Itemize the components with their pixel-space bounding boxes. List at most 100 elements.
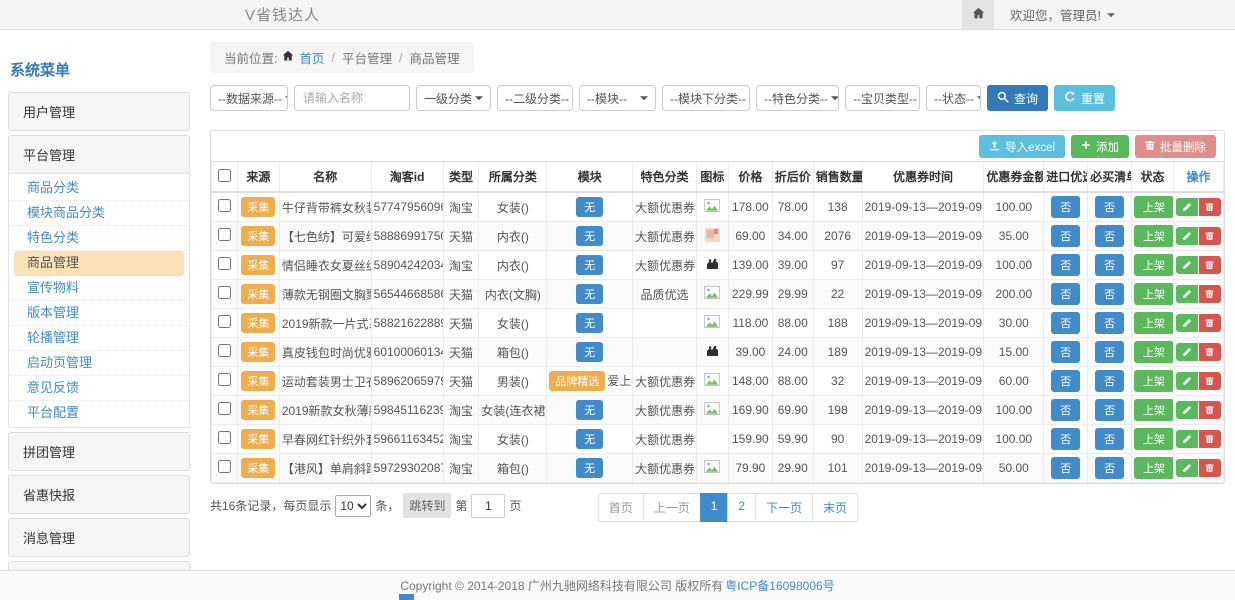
must-buy-toggle[interactable]: 否	[1095, 457, 1124, 479]
name-search-input[interactable]	[294, 85, 410, 111]
must-buy-toggle[interactable]: 否	[1095, 283, 1124, 305]
sidebar-subitem[interactable]: 特色分类	[9, 226, 189, 251]
sidebar-subitem[interactable]: 宣传物料	[9, 276, 189, 301]
status-button[interactable]: 上架	[1134, 341, 1173, 363]
per-page-select[interactable]: 10	[335, 495, 371, 517]
status-button[interactable]: 上架	[1134, 370, 1173, 392]
search-button[interactable]: 查询	[987, 85, 1048, 111]
must-buy-toggle[interactable]: 否	[1095, 428, 1124, 450]
module-select[interactable]: --模块--	[579, 85, 656, 111]
sidebar-item[interactable]: 消息管理	[8, 518, 190, 557]
must-buy-toggle[interactable]: 否	[1095, 254, 1124, 276]
delete-button[interactable]	[1199, 372, 1221, 390]
must-buy-toggle[interactable]: 否	[1095, 196, 1124, 218]
sidebar-subitem[interactable]: 商品管理	[14, 251, 184, 276]
import-pick-toggle[interactable]: 否	[1051, 225, 1080, 247]
jump-to-button[interactable]: 跳转到	[403, 493, 451, 518]
import-pick-toggle[interactable]: 否	[1051, 283, 1080, 305]
delete-button[interactable]	[1199, 459, 1221, 477]
must-buy-toggle[interactable]: 否	[1095, 225, 1124, 247]
select-all-checkbox[interactable]	[218, 169, 231, 182]
delete-button[interactable]	[1199, 430, 1221, 448]
delete-button[interactable]	[1199, 227, 1221, 245]
status-button[interactable]: 上架	[1134, 225, 1173, 247]
icp-link[interactable]: 粤ICP备16098006号	[725, 577, 834, 594]
row-checkbox[interactable]	[218, 373, 231, 386]
status-button[interactable]: 上架	[1134, 283, 1173, 305]
sidebar-item[interactable]: 省惠快报	[8, 475, 190, 514]
edit-button[interactable]	[1176, 430, 1198, 448]
feature-category-select[interactable]: --特色分类--	[756, 85, 839, 111]
row-checkbox[interactable]	[218, 402, 231, 415]
edit-button[interactable]	[1176, 459, 1198, 477]
user-menu[interactable]: 欢迎您，管理员!	[994, 0, 1235, 29]
level2-category-select[interactable]: --二级分类--	[497, 85, 573, 111]
sidebar-subitem[interactable]: 轮播管理	[9, 326, 189, 351]
must-buy-toggle[interactable]: 否	[1095, 399, 1124, 421]
must-buy-toggle[interactable]: 否	[1095, 370, 1124, 392]
sidebar-subitem[interactable]: 意见反馈	[9, 376, 189, 401]
batch-delete-button[interactable]: 批量删除	[1135, 135, 1216, 158]
status-button[interactable]: 上架	[1134, 457, 1173, 479]
import-pick-toggle[interactable]: 否	[1051, 370, 1080, 392]
import-pick-toggle[interactable]: 否	[1051, 428, 1080, 450]
status-button[interactable]: 上架	[1134, 428, 1173, 450]
status-select[interactable]: --状态--	[926, 85, 981, 111]
row-checkbox[interactable]	[218, 460, 231, 473]
pager-button[interactable]: 1	[700, 493, 729, 522]
row-checkbox[interactable]	[218, 315, 231, 328]
edit-button[interactable]	[1176, 256, 1198, 274]
edit-button[interactable]	[1176, 401, 1198, 419]
sidebar-subitem[interactable]: 商品分类	[9, 176, 189, 201]
row-checkbox[interactable]	[218, 344, 231, 357]
sidebar-subitem[interactable]: 版本管理	[9, 301, 189, 326]
delete-button[interactable]	[1199, 256, 1221, 274]
sidebar-subitem[interactable]: 模块商品分类	[9, 201, 189, 226]
pager-button[interactable]: 下一页	[755, 493, 813, 522]
delete-button[interactable]	[1199, 401, 1221, 419]
import-pick-toggle[interactable]: 否	[1051, 341, 1080, 363]
status-button[interactable]: 上架	[1134, 254, 1173, 276]
level1-category-select[interactable]: 一级分类	[416, 85, 491, 111]
edit-button[interactable]	[1176, 227, 1198, 245]
row-checkbox[interactable]	[218, 199, 231, 212]
import-pick-toggle[interactable]: 否	[1051, 457, 1080, 479]
status-button[interactable]: 上架	[1134, 312, 1173, 334]
must-buy-toggle[interactable]: 否	[1095, 341, 1124, 363]
pager-button[interactable]: 末页	[812, 493, 858, 522]
delete-button[interactable]	[1199, 198, 1221, 216]
data-source-select[interactable]: --数据来源--	[210, 85, 288, 111]
sidebar-subitem[interactable]: 启动页管理	[9, 351, 189, 376]
delete-button[interactable]	[1199, 314, 1221, 332]
breadcrumb-home-link[interactable]: 首页	[299, 48, 324, 67]
status-button[interactable]: 上架	[1134, 196, 1173, 218]
add-button[interactable]: 添加	[1071, 135, 1129, 158]
module-sub-category-select[interactable]: --模块下分类--	[662, 85, 750, 111]
import-pick-toggle[interactable]: 否	[1051, 196, 1080, 218]
edit-button[interactable]	[1176, 372, 1198, 390]
edit-button[interactable]	[1176, 198, 1198, 216]
row-checkbox[interactable]	[218, 228, 231, 241]
sidebar-item-platform-management[interactable]: 平台管理	[8, 135, 190, 174]
pager-button[interactable]: 2	[727, 493, 756, 522]
edit-button[interactable]	[1176, 285, 1198, 303]
sidebar-item[interactable]: 拼团管理	[8, 432, 190, 471]
sidebar-subitem[interactable]: 平台配置	[9, 401, 189, 425]
sidebar-item-user-management[interactable]: 用户管理	[8, 92, 190, 131]
status-button[interactable]: 上架	[1134, 399, 1173, 421]
edit-button[interactable]	[1176, 314, 1198, 332]
import-pick-toggle[interactable]: 否	[1051, 312, 1080, 334]
import-pick-toggle[interactable]: 否	[1051, 399, 1080, 421]
edit-button[interactable]	[1176, 343, 1198, 361]
row-checkbox[interactable]	[218, 257, 231, 270]
row-checkbox[interactable]	[218, 431, 231, 444]
delete-button[interactable]	[1199, 343, 1221, 361]
reset-button[interactable]: 重置	[1054, 85, 1115, 111]
import-pick-toggle[interactable]: 否	[1051, 254, 1080, 276]
page-number-input[interactable]	[471, 494, 505, 518]
must-buy-toggle[interactable]: 否	[1095, 312, 1124, 334]
row-checkbox[interactable]	[218, 286, 231, 299]
home-button[interactable]	[962, 0, 994, 29]
item-type-select[interactable]: --宝贝类型--	[845, 85, 920, 111]
import-excel-button[interactable]: 导入excel	[979, 135, 1065, 158]
